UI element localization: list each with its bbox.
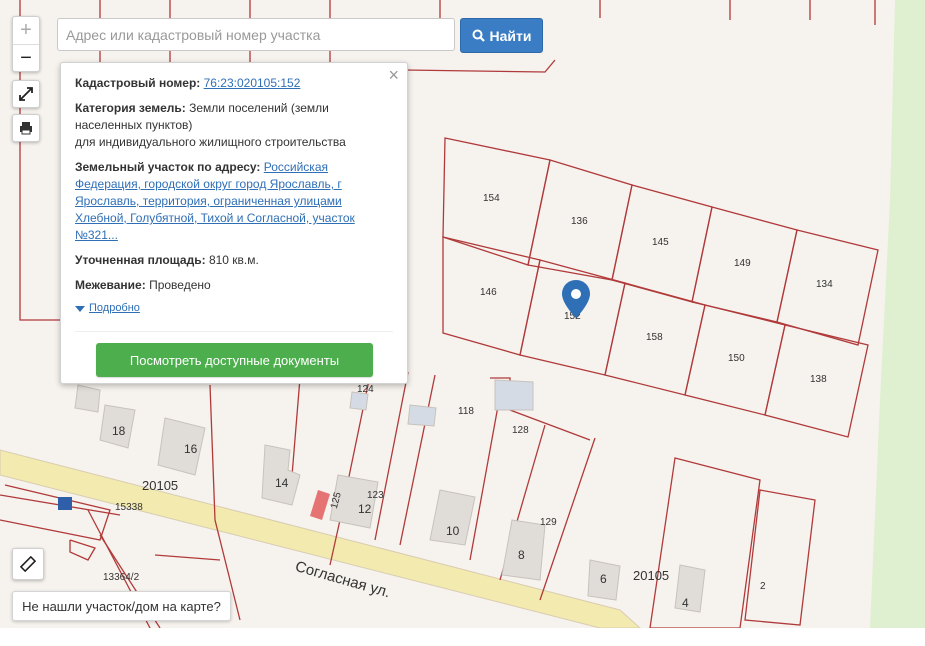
search-button[interactable]: Найти bbox=[460, 18, 543, 53]
plot-label: 134 bbox=[816, 279, 833, 290]
plot-label: 2 bbox=[760, 581, 766, 592]
printer-icon bbox=[20, 122, 32, 135]
details-toggle[interactable]: Подробно bbox=[75, 300, 393, 317]
parcel-number: 13364/2 bbox=[103, 572, 140, 583]
building-number: 4 bbox=[682, 596, 689, 610]
not-found-button[interactable]: Не нашли участок/дом на карте? bbox=[12, 591, 231, 621]
area-row: Уточненная площадь: 810 кв.м. bbox=[75, 252, 393, 269]
category-row: Категория земель: Земли поселений (земли… bbox=[75, 100, 393, 151]
plot-label: 145 bbox=[652, 237, 669, 248]
parcel-number: 15338 bbox=[115, 502, 143, 513]
plot-label: 154 bbox=[483, 193, 500, 204]
plot-label: 125 bbox=[328, 491, 344, 510]
ruler-button[interactable] bbox=[12, 548, 44, 580]
plot-label: 123 bbox=[367, 490, 384, 501]
zoom-out-button[interactable]: − bbox=[13, 45, 39, 72]
close-icon[interactable]: × bbox=[388, 66, 399, 84]
category-purpose: для индивидуального жилищного строительс… bbox=[75, 135, 346, 149]
search-button-label: Найти bbox=[489, 27, 532, 44]
plot-label: 149 bbox=[734, 258, 751, 269]
address-row: Земельный участок по адресу: Российская … bbox=[75, 159, 393, 244]
fullscreen-button[interactable] bbox=[12, 80, 40, 108]
survey-value: Проведено bbox=[149, 278, 211, 292]
building-number: 16 bbox=[184, 442, 198, 456]
street-label: Согласная ул. bbox=[293, 558, 393, 602]
address-label: Земельный участок по адресу: bbox=[75, 160, 261, 174]
building-number: 10 bbox=[446, 524, 460, 538]
expand-icon bbox=[19, 87, 33, 101]
survey-label: Межевание: bbox=[75, 278, 146, 292]
zoom-control: + − bbox=[12, 16, 40, 72]
cadastral-row: Кадастровый номер: 76:23:020105:152 bbox=[75, 75, 393, 92]
divider bbox=[75, 331, 393, 332]
building-number: 6 bbox=[600, 572, 607, 586]
area-label: Уточненная площадь: bbox=[75, 253, 206, 267]
category-label: Категория земель: bbox=[75, 101, 186, 115]
building-number: 18 bbox=[112, 424, 126, 438]
view-documents-button[interactable]: Посмотреть доступные документы bbox=[96, 343, 373, 377]
plot-label: 150 bbox=[728, 353, 745, 364]
plot-label: 128 bbox=[512, 425, 529, 436]
plot-label: 146 bbox=[480, 287, 497, 298]
block-number: 20105 bbox=[142, 478, 179, 493]
plot-label: 136 bbox=[571, 216, 588, 227]
survey-row: Межевание: Проведено bbox=[75, 277, 393, 294]
area-value: 810 кв.м. bbox=[208, 253, 259, 267]
building-number: 14 bbox=[275, 476, 289, 490]
cadastral-label: Кадастровый номер: bbox=[75, 76, 201, 90]
building-number: 12 bbox=[358, 502, 372, 516]
block-number: 20105 bbox=[633, 568, 670, 583]
chevron-down-icon bbox=[75, 305, 85, 312]
details-link: Подробно bbox=[89, 302, 140, 314]
plot-label: 129 bbox=[540, 517, 557, 528]
print-button[interactable] bbox=[12, 114, 40, 142]
search-input[interactable] bbox=[57, 18, 455, 51]
cadastral-number-link[interactable]: 76:23:020105:152 bbox=[204, 76, 301, 90]
plot-label: 158 bbox=[646, 332, 663, 343]
zoom-in-button[interactable]: + bbox=[13, 17, 39, 45]
plot-label: 138 bbox=[810, 374, 827, 385]
parcel-info-popup: × Кадастровый номер: 76:23:020105:152 Ка… bbox=[60, 62, 408, 384]
plot-label: 118 bbox=[458, 406, 474, 417]
ruler-icon bbox=[20, 556, 36, 572]
plot-label: 124 bbox=[357, 384, 374, 395]
building-number: 8 bbox=[518, 548, 525, 562]
search-icon bbox=[472, 29, 485, 42]
